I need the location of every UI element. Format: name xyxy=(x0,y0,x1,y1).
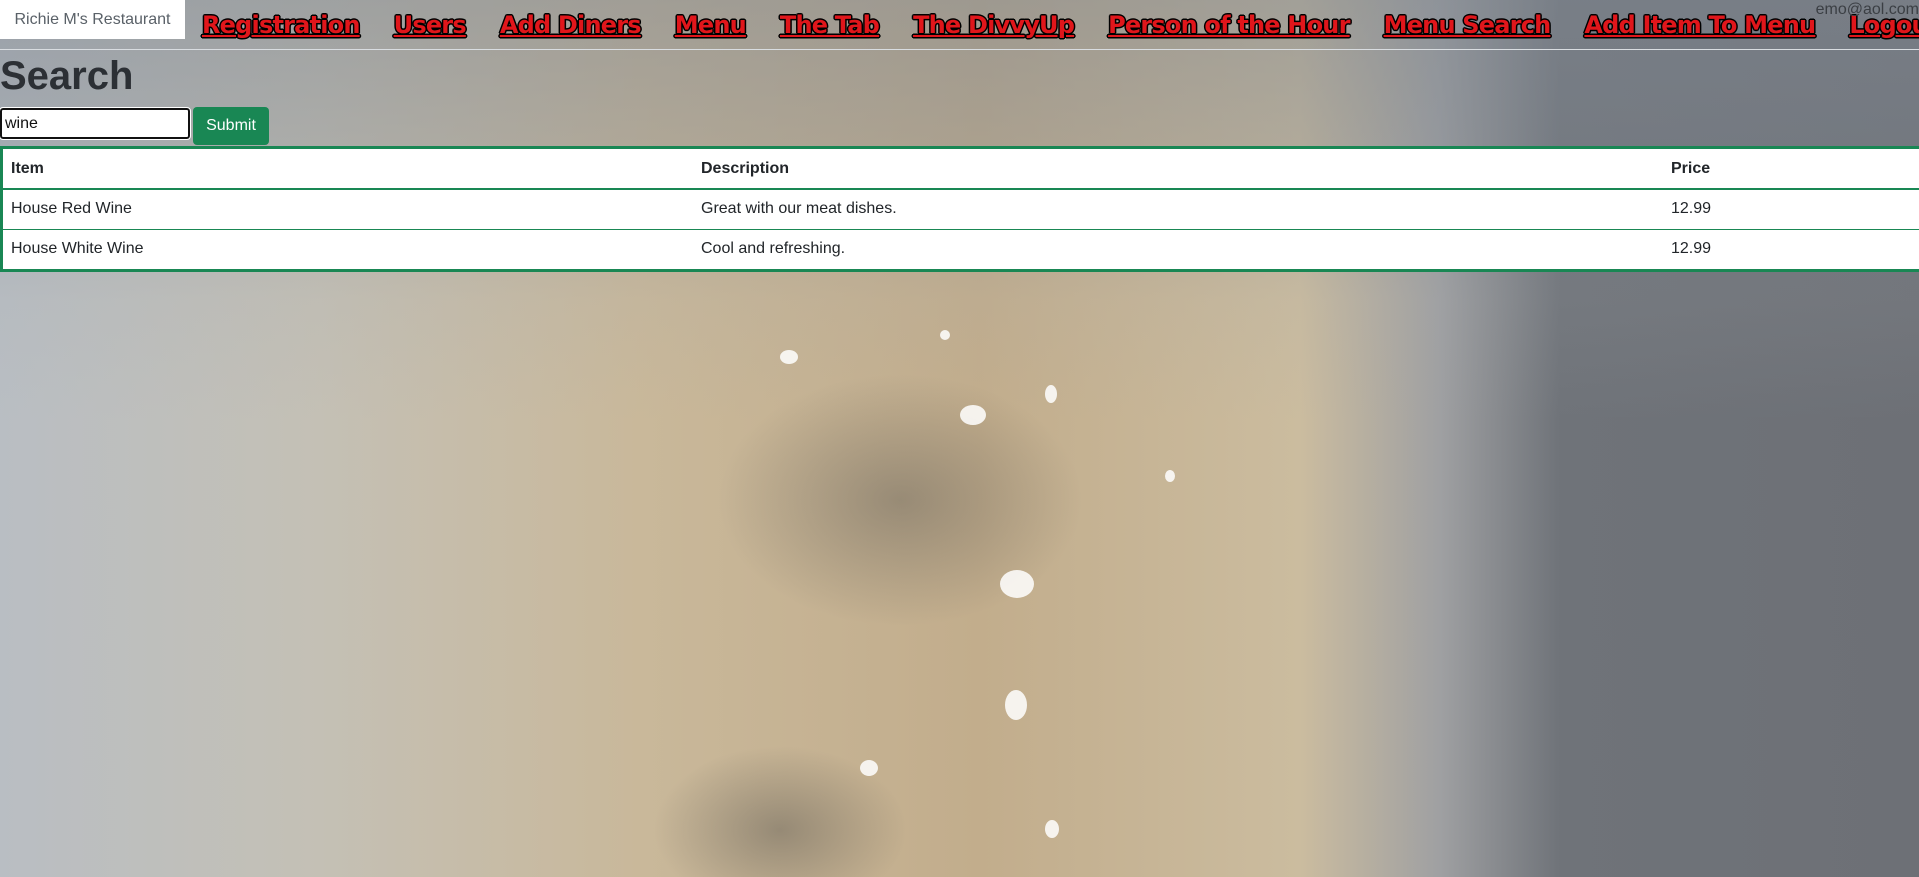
results-table: Item Description Price House Red Wine Gr… xyxy=(0,146,1919,272)
nav-person-of-the-hour[interactable]: Person of the Hour xyxy=(1108,6,1350,44)
cell-price: 12.99 xyxy=(1671,240,1712,258)
nav-add-item-to-menu[interactable]: Add Item To Menu xyxy=(1584,6,1816,44)
nav-users[interactable]: Users xyxy=(394,6,467,44)
submit-button[interactable]: Submit xyxy=(193,107,269,145)
nav-the-tab[interactable]: The Tab xyxy=(780,6,880,44)
brand-link[interactable]: Richie M's Restaurant xyxy=(0,0,185,39)
table-row: House Red Wine Great with our meat dishe… xyxy=(3,189,1919,230)
table-header-row: Item Description Price xyxy=(3,149,1919,190)
cell-price: 12.99 xyxy=(1663,189,1919,230)
search-input[interactable] xyxy=(0,107,191,140)
user-email: emo@aol.com xyxy=(1815,1,1919,18)
table-row: House White Wine Cool and refreshing. 12… xyxy=(3,229,1919,269)
nav-links: Registration Users Add Diners Menu The T… xyxy=(202,6,1919,44)
top-navbar: Richie M's Restaurant Registration Users… xyxy=(0,0,1919,50)
page-title: Search xyxy=(0,54,134,98)
cell-description: Cool and refreshing. xyxy=(701,240,846,258)
column-header-item: Item xyxy=(3,149,693,190)
cell-description: Great with our meat dishes. xyxy=(693,189,1663,230)
background-overlay xyxy=(0,0,1919,877)
cell-item: House Red Wine xyxy=(3,189,693,230)
column-header-price: Price xyxy=(1663,149,1919,190)
column-header-description: Description xyxy=(693,149,1663,190)
nav-menu[interactable]: Menu xyxy=(675,6,747,44)
nav-add-diners[interactable]: Add Diners xyxy=(500,6,642,44)
nav-menu-search[interactable]: Menu Search xyxy=(1384,6,1552,44)
cell-item: House White Wine xyxy=(11,240,144,258)
nav-the-divvyup[interactable]: The DivvyUp xyxy=(913,6,1075,44)
nav-registration[interactable]: Registration xyxy=(202,6,360,44)
